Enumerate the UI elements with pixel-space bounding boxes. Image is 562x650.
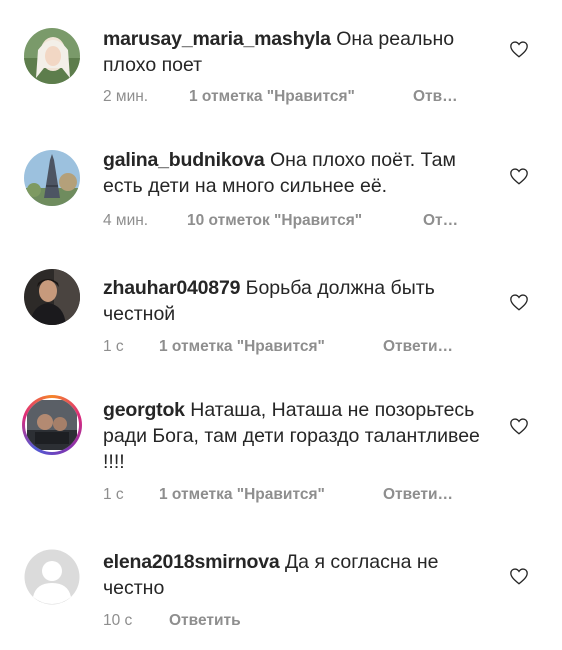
comment-time: 10 с xyxy=(103,612,133,629)
reply-button[interactable]: Ответи… xyxy=(383,337,453,357)
reply-button[interactable]: Ответить xyxy=(169,611,241,631)
comment-item: marusay_maria_mashyla Она реально плохо … xyxy=(0,0,562,125)
comment-likes[interactable]: 1 отметка "Нравится" xyxy=(159,485,383,505)
comment-username[interactable]: elena2018smirnova xyxy=(103,551,280,573)
comment-meta: 1 с 1 отметка "Нравится" Ответи… xyxy=(103,337,453,357)
avatar[interactable] xyxy=(22,395,82,455)
comment-meta: 10 с Ответить xyxy=(103,611,241,631)
comment-item: zhauhar040879 Борьба должна быть честной… xyxy=(0,255,562,385)
comment-username[interactable]: galina_budnikova xyxy=(103,149,265,171)
comment-item: elena2018smirnova Да я согласна не честн… xyxy=(0,525,562,650)
comment-text: zhauhar040879 Борьба должна быть честной xyxy=(103,275,493,327)
comment-meta: 4 мин. 10 отметок "Нравится" От… xyxy=(103,211,458,231)
avatar[interactable] xyxy=(24,150,80,206)
comment-meta: 2 мин. 1 отметка "Нравится" Отв… xyxy=(103,87,458,107)
heart-outline-icon[interactable] xyxy=(509,417,529,435)
reply-button[interactable]: Отв… xyxy=(413,87,458,107)
heart-outline-icon[interactable] xyxy=(509,167,529,185)
comment-username[interactable]: marusay_maria_mashyla xyxy=(103,28,331,50)
comment-meta: 1 с 1 отметка "Нравится" Ответи… xyxy=(103,485,453,505)
reply-button[interactable]: Ответи… xyxy=(383,485,453,505)
comment-time: 1 с xyxy=(103,486,124,503)
comment-text: georgtok Наташа, Наташа не позорьтесь ра… xyxy=(103,397,493,475)
comment-item: georgtok Наташа, Наташа не позорьтесь ра… xyxy=(0,385,562,525)
story-ring xyxy=(25,398,79,452)
comment-username[interactable]: zhauhar040879 xyxy=(103,277,240,299)
comment-text: elena2018smirnova Да я согласна не честн… xyxy=(103,549,493,601)
comment-time: 2 мин. xyxy=(103,88,149,105)
comment-likes[interactable]: 10 отметок "Нравится" xyxy=(187,211,423,231)
comment-text: marusay_maria_mashyla Она реально плохо … xyxy=(103,26,493,78)
reply-button[interactable]: От… xyxy=(423,211,458,231)
comment-time: 4 мин. xyxy=(103,212,149,229)
comment-time: 1 с xyxy=(103,338,124,355)
heart-outline-icon[interactable] xyxy=(509,567,529,585)
comment-likes[interactable]: 1 отметка "Нравится" xyxy=(159,337,383,357)
heart-outline-icon[interactable] xyxy=(509,293,529,311)
comment-text: galina_budnikova Она плохо поёт. Там ест… xyxy=(103,147,493,199)
heart-outline-icon[interactable] xyxy=(509,40,529,58)
comment-item: galina_budnikova Она плохо поёт. Там ест… xyxy=(0,125,562,255)
comment-username[interactable]: georgtok xyxy=(103,399,185,421)
avatar[interactable] xyxy=(24,269,80,325)
default-user-icon[interactable] xyxy=(24,549,80,605)
comment-likes[interactable]: 1 отметка "Нравится" xyxy=(189,87,413,107)
avatar[interactable] xyxy=(24,28,80,84)
